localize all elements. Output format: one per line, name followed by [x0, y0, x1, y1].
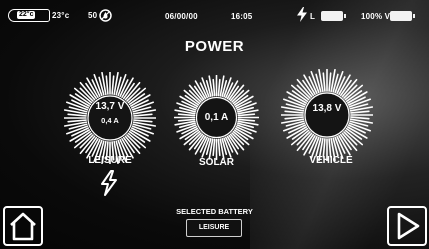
- leisure-voltage: 13,7 V: [95, 101, 125, 112]
- outside-temperature: 23°c: [52, 11, 70, 20]
- vehicle-gauge[interactable]: 13,8 V: [281, 69, 373, 161]
- vehicle-label: VEHICLE: [309, 155, 353, 166]
- water-drop-icon: [99, 9, 112, 22]
- battery-left-label: L: [310, 12, 316, 21]
- inside-temperature: 22°c: [17, 11, 36, 19]
- play-arrow-icon: [397, 212, 420, 240]
- date: 06/00/00: [165, 12, 198, 21]
- water-level: 50: [88, 11, 98, 20]
- thermometer-badge-icon: 22°c: [8, 9, 50, 22]
- leisure-current: 0,4 A: [101, 116, 119, 125]
- battery-right-label: 100% V: [361, 12, 391, 21]
- selected-battery-label: SELECTED BATTERY: [176, 207, 253, 216]
- lightning-bolt-icon: [101, 170, 117, 196]
- page-title: POWER: [184, 38, 245, 55]
- solar-current: 0,1 A: [204, 112, 229, 123]
- solar-gauge[interactable]: 0,1 A: [174, 75, 259, 160]
- battery-left-icon: [321, 11, 346, 21]
- next-button[interactable]: [387, 206, 427, 246]
- vehicle-voltage: 13,8 V: [312, 103, 342, 114]
- solar-label: SOLAR: [199, 157, 234, 168]
- leisure-label: LEISURE: [88, 155, 132, 166]
- battery-right-icon: [390, 11, 415, 21]
- leisure-gauge[interactable]: 13,7 V 0,4 A: [64, 72, 156, 164]
- selected-battery-button[interactable]: LEISURE: [186, 219, 242, 237]
- charging-bolt-icon: [297, 7, 307, 22]
- status-bar: 22°c 23°c 50 06/00/00 16:05 L 100% V: [0, 0, 429, 30]
- time: 16:05: [231, 12, 253, 21]
- vehicle-gauge-ring: [281, 69, 373, 161]
- power-screen: 22°c 23°c 50 06/00/00 16:05 L 100% V POW…: [0, 0, 429, 249]
